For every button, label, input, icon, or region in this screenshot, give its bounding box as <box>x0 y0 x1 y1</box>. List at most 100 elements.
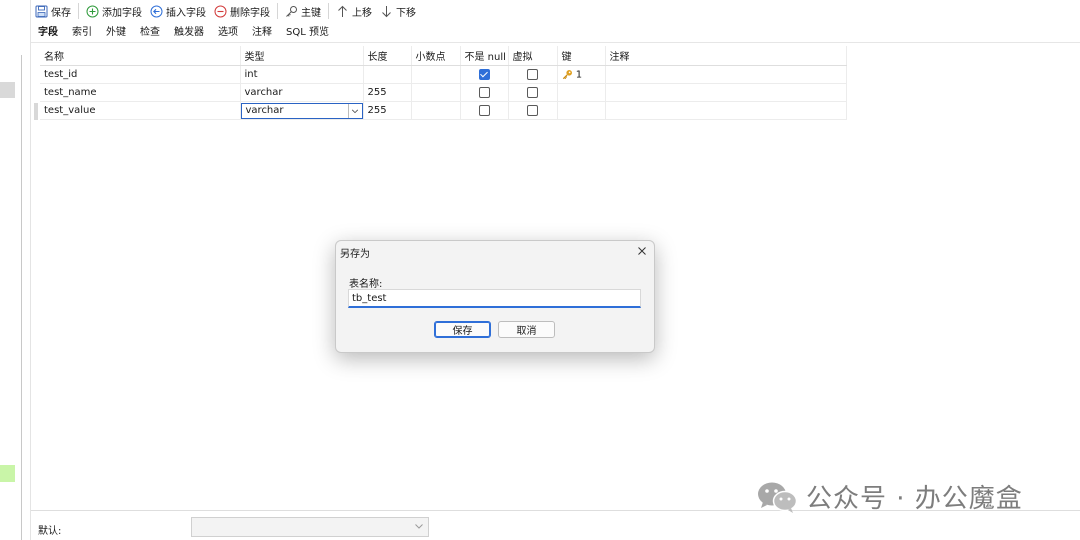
field-comment-cell[interactable] <box>605 65 847 84</box>
key-icon <box>285 5 298 18</box>
toolbar-separator <box>328 3 329 19</box>
field-type-cell[interactable]: varchar <box>240 83 364 102</box>
not-null-checkbox[interactable] <box>478 104 490 116</box>
field-name-cell[interactable]: test_name <box>40 83 241 102</box>
field-name-cell[interactable]: test_id <box>40 65 241 84</box>
move-up-label: 上移 <box>352 7 372 19</box>
field-length-cell[interactable] <box>363 65 412 84</box>
table-row[interactable]: test_name varchar 255 <box>40 83 847 102</box>
field-length-cell[interactable]: 255 <box>363 83 412 102</box>
arrow-up-icon <box>336 5 349 18</box>
field-type-cell[interactable]: varchar <box>240 101 364 120</box>
save-button[interactable]: 保存 <box>31 1 75 21</box>
delete-field-label: 删除字段 <box>230 7 270 19</box>
dialog-title: 另存为 <box>340 249 370 260</box>
key-cell[interactable]: 1 <box>557 65 606 84</box>
type-dropdown[interactable]: varchar <box>240 102 362 119</box>
tab-bar: 字段 索引 外键 检查 触发器 选项 注释 SQL 预览 <box>31 22 336 42</box>
column-header-not-null[interactable]: 不是 null <box>460 46 509 66</box>
insert-field-button[interactable]: 插入字段 <box>146 1 210 21</box>
chevron-down-icon[interactable] <box>414 521 426 533</box>
watermark: 公众号 · 办公魔盒 <box>756 478 1023 515</box>
field-name-cell[interactable]: test_value <box>40 101 241 120</box>
key-icon <box>562 69 573 80</box>
move-down-button[interactable]: 下移 <box>376 1 420 21</box>
default-label: 默认: <box>38 526 62 537</box>
column-header-key[interactable]: 键 <box>557 46 606 66</box>
primary-key-button[interactable]: 主键 <box>281 1 325 21</box>
tab-foreign-keys[interactable]: 外键 <box>99 23 133 42</box>
cancel-button[interactable]: 取消 <box>498 321 555 338</box>
tab-fields[interactable]: 字段 <box>31 23 65 42</box>
save-icon <box>35 5 48 18</box>
move-down-label: 下移 <box>396 7 416 19</box>
not-null-cell <box>460 65 509 84</box>
add-field-label: 添加字段 <box>102 7 142 19</box>
not-null-cell <box>460 101 509 120</box>
not-null-checkbox[interactable] <box>478 86 490 98</box>
field-decimals-cell[interactable] <box>411 101 461 120</box>
virtual-checkbox[interactable] <box>527 68 538 80</box>
wechat-logo-icon <box>758 482 798 513</box>
tab-triggers[interactable]: 触发器 <box>167 23 211 42</box>
delete-field-button[interactable]: 删除字段 <box>210 1 274 21</box>
tab-options[interactable]: 选项 <box>211 23 245 42</box>
watermark-text: 公众号 · 办公魔盒 <box>806 484 1023 514</box>
column-header-comment[interactable]: 注释 <box>605 46 847 66</box>
toolbar: 保存 添加字段 插入字段 删除字段 主键 上移 下移 <box>31 0 1080 22</box>
virtual-checkbox[interactable] <box>527 86 538 98</box>
current-row-indicator <box>34 103 38 120</box>
chevron-down-icon[interactable] <box>347 103 362 118</box>
field-comment-cell[interactable] <box>605 101 847 120</box>
table-name-label: 表名称: <box>349 279 383 290</box>
move-up-button[interactable]: 上移 <box>332 1 376 21</box>
table-row[interactable]: test_value varchar 255 <box>40 101 847 120</box>
close-icon[interactable] <box>635 244 649 258</box>
key-order: 1 <box>575 69 583 81</box>
column-header-decimals[interactable]: 小数点 <box>411 46 461 66</box>
field-length-cell[interactable]: 255 <box>363 101 412 120</box>
default-value-select[interactable] <box>191 517 429 537</box>
table-row[interactable]: test_id int 1 <box>40 65 847 84</box>
arrow-down-icon <box>380 5 393 18</box>
gutter-marker-active <box>0 465 15 482</box>
not-null-cell <box>460 83 509 102</box>
insert-arrow-icon <box>150 5 163 18</box>
key-cell[interactable] <box>557 101 606 120</box>
not-null-checkbox[interactable] <box>478 68 490 80</box>
tab-indexes[interactable]: 索引 <box>65 23 99 42</box>
type-dropdown-value: varchar <box>245 105 284 116</box>
tab-checks[interactable]: 检查 <box>133 23 167 42</box>
toolbar-separator <box>78 3 79 19</box>
gutter-marker <box>0 82 15 98</box>
tab-divider <box>31 42 1080 43</box>
field-grid: 名称 类型 长度 小数点 不是 null 虚拟 键 注释 test_id int <box>40 46 847 120</box>
grid-header: 名称 类型 长度 小数点 不是 null 虚拟 键 注释 <box>40 46 847 66</box>
add-circle-icon <box>86 5 99 18</box>
save-label: 保存 <box>51 7 71 19</box>
virtual-checkbox[interactable] <box>527 104 538 116</box>
remove-circle-icon <box>214 5 227 18</box>
field-decimals-cell[interactable] <box>411 83 461 102</box>
save-button[interactable]: 保存 <box>434 321 491 338</box>
tab-sql-preview[interactable]: SQL 预览 <box>279 23 336 42</box>
field-type-cell[interactable]: int <box>240 65 364 84</box>
virtual-cell <box>508 101 558 120</box>
insert-field-label: 插入字段 <box>166 7 206 19</box>
panel-edge <box>30 0 31 540</box>
table-name-input[interactable] <box>348 289 641 308</box>
add-field-button[interactable]: 添加字段 <box>82 1 146 21</box>
virtual-cell <box>508 65 558 84</box>
column-header-length[interactable]: 长度 <box>363 46 412 66</box>
left-gutter <box>0 0 31 540</box>
key-cell[interactable] <box>557 83 606 102</box>
column-header-name[interactable]: 名称 <box>40 46 241 66</box>
toolbar-separator <box>277 3 278 19</box>
save-as-dialog: 另存为 表名称: 保存 取消 <box>335 240 655 353</box>
column-header-virtual[interactable]: 虚拟 <box>508 46 558 66</box>
column-header-type[interactable]: 类型 <box>240 46 364 66</box>
virtual-cell <box>508 83 558 102</box>
field-decimals-cell[interactable] <box>411 65 461 84</box>
field-comment-cell[interactable] <box>605 83 847 102</box>
tab-comment[interactable]: 注释 <box>245 23 279 42</box>
